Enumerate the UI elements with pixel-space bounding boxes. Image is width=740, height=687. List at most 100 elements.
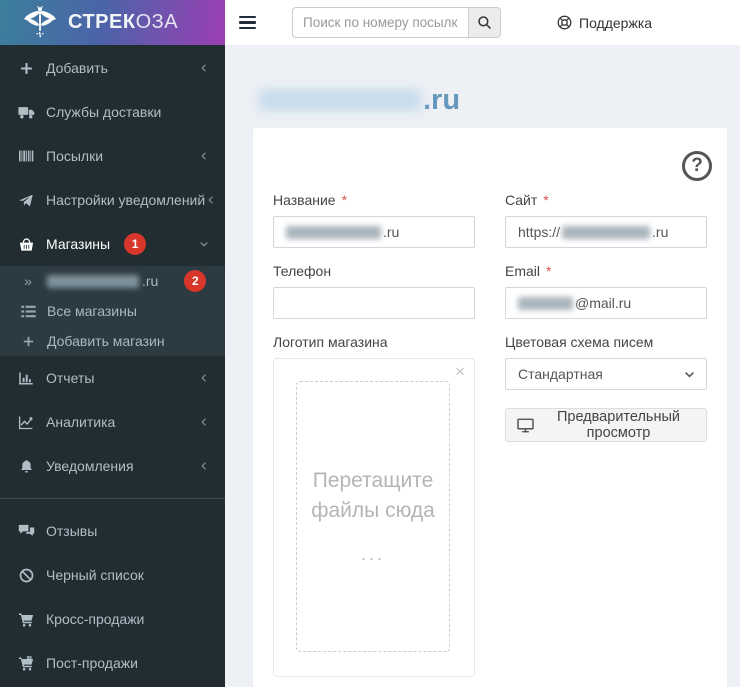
sidebar-item-label: Настройки уведомлений <box>46 192 205 208</box>
name-value-suffix: .ru <box>383 224 399 240</box>
shop-count-badge: 2 <box>184 270 206 292</box>
truck-icon <box>15 105 37 120</box>
preview-button[interactable]: Предварительный просмотр <box>505 408 707 442</box>
topbar: Поддержка <box>225 0 740 45</box>
sidebar-item-reports[interactable]: Отчеты <box>0 356 225 400</box>
shops-count-badge: 1 <box>124 233 146 255</box>
plus-icon <box>17 335 39 348</box>
bar-chart-icon <box>15 371 37 386</box>
redacted-shop-title <box>259 89 421 111</box>
submenu-item-label: Все магазины <box>47 303 137 319</box>
sidebar-item-notifications[interactable]: Уведомления <box>0 444 225 488</box>
sidebar-item-reviews[interactable]: Отзывы <box>0 509 225 553</box>
sidebar-item-cross-sales[interactable]: Кросс-продажи <box>0 597 225 641</box>
dropzone-text: Перетащите файлы сюда <box>305 466 441 527</box>
chevron-down-icon <box>683 368 696 381</box>
phone-input[interactable] <box>273 287 475 319</box>
barcode-icon <box>15 149 37 163</box>
sidebar-item-label: Пост-продажи <box>46 655 138 671</box>
page-title-suffix: .ru <box>423 84 460 117</box>
color-scheme-value: Стандартная <box>518 366 603 382</box>
dropzone-inner[interactable]: Перетащите файлы сюда ... <box>296 381 450 652</box>
paper-plane-icon <box>15 193 37 208</box>
search-group <box>292 7 501 38</box>
sidebar-item-delivery-services[interactable]: Службы доставки <box>0 90 225 134</box>
phone-label: Телефон <box>273 263 331 279</box>
site-input[interactable]: https:// .ru <box>505 216 707 248</box>
page-title: .ru <box>253 83 727 117</box>
shop-logo-field: Логотип магазина × Перетащите файлы сюда… <box>273 334 475 677</box>
chevron-left-icon <box>205 194 217 206</box>
sidebar-divider <box>0 498 225 499</box>
name-field: Название * .ru <box>273 192 475 248</box>
shop-settings-card: ? Название * .ru <box>253 128 727 687</box>
cart-plus-icon <box>15 656 37 671</box>
ban-icon <box>15 568 37 583</box>
search-button[interactable] <box>468 7 501 38</box>
brand-name: СТРЕКОЗА <box>68 11 178 34</box>
help-icon[interactable]: ? <box>682 151 712 181</box>
chevron-down-icon <box>198 238 210 250</box>
sidebar-item-notification-settings[interactable]: Настройки уведомлений <box>0 178 225 222</box>
sidebar: СТРЕКОЗА Добавить Службы дос <box>0 0 225 687</box>
site-field: Сайт * https:// .ru <box>505 192 707 248</box>
submenu-item-add-shop[interactable]: Добавить магазин <box>0 326 225 356</box>
sidebar-item-label: Магазины <box>46 236 110 252</box>
sidebar-item-add[interactable]: Добавить <box>0 46 225 90</box>
submenu-item-all-shops[interactable]: Все магазины <box>0 296 225 326</box>
sidebar-item-label: Службы доставки <box>46 104 161 120</box>
email-label: Email <box>505 263 540 279</box>
monitor-icon <box>517 418 534 433</box>
sidebar-item-analytics[interactable]: Аналитика <box>0 400 225 444</box>
chevron-left-icon <box>198 62 210 74</box>
email-input[interactable]: @mail.ru <box>505 287 707 319</box>
sidebar-item-label: Черный список <box>46 567 144 583</box>
hamburger-menu-button[interactable] <box>225 0 269 45</box>
required-mark: * <box>543 192 548 208</box>
sidebar-item-label: Кросс-продажи <box>46 611 144 627</box>
site-value-prefix: https:// <box>518 224 560 240</box>
main-column: Поддержка .ru ? Название * <box>225 0 740 687</box>
sidebar-item-blacklist[interactable]: Черный список <box>0 553 225 597</box>
chevron-left-icon <box>198 372 210 384</box>
sidebar-item-label: Уведомления <box>46 458 134 474</box>
email-value-suffix: @mail.ru <box>575 295 631 311</box>
submenu-item-current-shop[interactable]: » .ru 2 <box>0 266 225 296</box>
name-label: Название <box>273 192 336 208</box>
color-scheme-field: Цветовая схема писем Стандартная <box>505 334 707 677</box>
sidebar-item-label: Отзывы <box>46 523 97 539</box>
search-input[interactable] <box>292 7 468 38</box>
redacted-site-value <box>562 226 650 239</box>
bell-icon <box>15 459 37 474</box>
sidebar-nav: Добавить Службы доставки Посылки <box>0 45 225 685</box>
sidebar-item-parcels[interactable]: Посылки <box>0 134 225 178</box>
name-input[interactable]: .ru <box>273 216 475 248</box>
redacted-email-value <box>518 297 573 310</box>
comments-icon <box>15 524 37 538</box>
chevron-left-icon <box>198 416 210 428</box>
shop-domain-suffix: .ru <box>142 273 158 289</box>
shop-form: Название * .ru Сайт * <box>273 192 707 677</box>
search-icon <box>477 15 492 30</box>
dragonfly-logo-icon <box>24 5 56 41</box>
sidebar-item-label: Аналитика <box>46 414 115 430</box>
sidebar-item-label: Отчеты <box>46 370 94 386</box>
close-icon[interactable]: × <box>455 363 465 380</box>
redacted-name-value <box>286 226 381 239</box>
app-window: СТРЕКОЗА Добавить Службы дос <box>0 0 740 687</box>
list-icon <box>17 305 39 318</box>
required-mark: * <box>546 263 551 279</box>
sidebar-item-post-sales[interactable]: Пост-продажи <box>0 641 225 685</box>
sidebar-item-shops[interactable]: Магазины 1 <box>0 222 225 266</box>
support-link[interactable]: Поддержка <box>557 15 652 31</box>
submenu-item-label: Добавить магазин <box>47 333 165 349</box>
redacted-shop-name <box>47 275 139 288</box>
site-label: Сайт <box>505 192 537 208</box>
support-label: Поддержка <box>579 15 652 31</box>
content-area: .ru ? Название * .ru <box>225 45 740 687</box>
logo-dropzone[interactable]: × Перетащите файлы сюда ... <box>273 358 475 677</box>
logo[interactable]: СТРЕКОЗА <box>0 0 225 45</box>
shopping-cart-icon <box>15 612 37 627</box>
line-chart-icon <box>15 415 37 430</box>
color-scheme-select[interactable]: Стандартная <box>505 358 707 390</box>
